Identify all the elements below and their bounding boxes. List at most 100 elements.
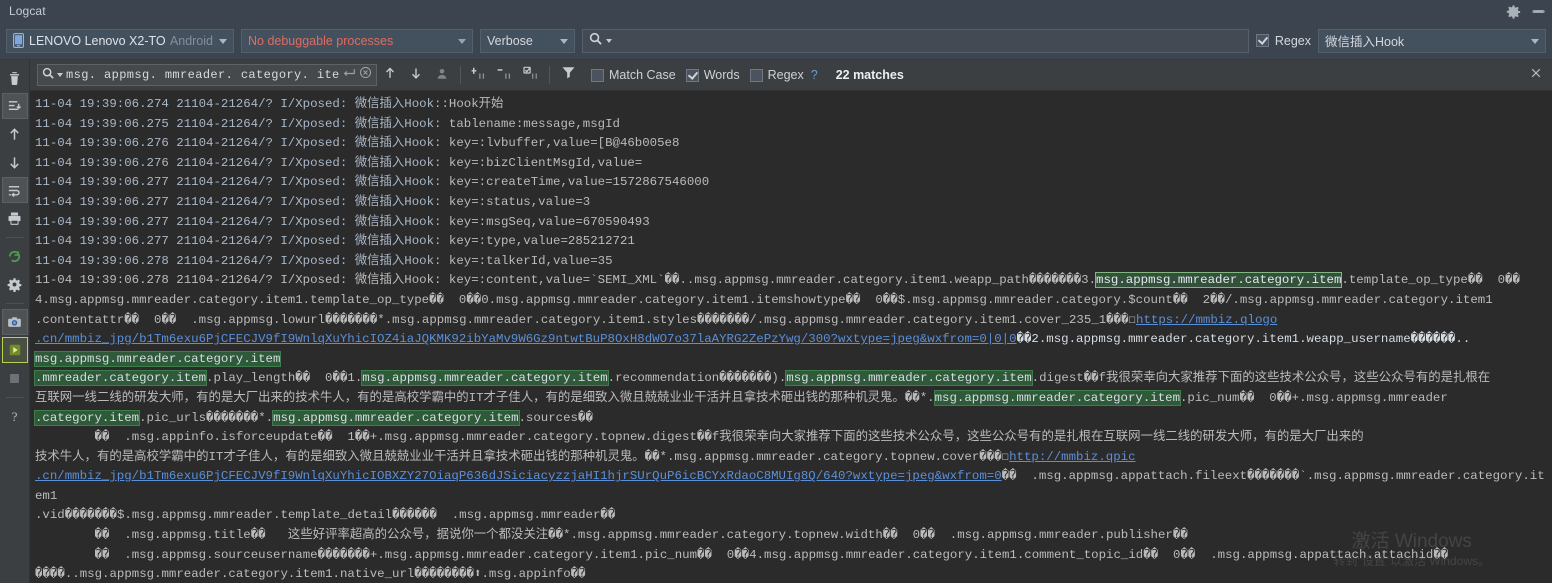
select-all-occurrences-button[interactable] (518, 63, 544, 87)
log-entry-content: 11-04 19:39:06.278 21104-21264/? I/Xpose… (35, 271, 1552, 291)
remove-selection-button[interactable] (492, 63, 518, 87)
help-button[interactable]: ? (2, 403, 28, 429)
link-1a[interactable]: https://mmbiz.qlogo (1136, 313, 1277, 327)
log-tag: 微信插入Hook: (354, 273, 442, 288)
search-input[interactable] (616, 33, 1242, 48)
clear-circle-icon[interactable] (359, 66, 372, 84)
down-stack-trace-button[interactable] (2, 149, 28, 175)
log-timestamp: 11-04 19:39:06.277 21104-21264/? I/Xpose… (35, 214, 348, 229)
regex-checkbox[interactable] (749, 68, 763, 82)
log-entry: 11-04 19:39:06.276 21104-21264/? I/Xpose… (35, 154, 1552, 174)
gear-icon[interactable] (1506, 4, 1521, 19)
log-timestamp: 11-04 19:39:06.276 21104-21264/? I/Xpose… (35, 136, 348, 151)
match-case-row[interactable]: Match Case (591, 68, 676, 82)
add-selection-button[interactable] (466, 63, 492, 87)
regex-checkbox-row[interactable]: Regex (1255, 34, 1311, 48)
filter-button[interactable] (555, 63, 581, 87)
print-button[interactable] (2, 205, 28, 231)
log-content-line: .cn/mmbiz_jpg/b1Tm6exu6PjCFECJV9fI9WnlqX… (35, 467, 1552, 506)
link-2a[interactable]: http://mmbiz.qpic (1009, 450, 1135, 464)
find-person-icon (435, 66, 449, 85)
log-content-line: .contentattr�� 0�� .msg.appmsg.lowurl���… (35, 311, 1552, 331)
run-icon (8, 343, 22, 357)
log-message: key=:type,value=285212721 (441, 234, 635, 249)
clear-logcat-button[interactable] (2, 65, 28, 91)
log-output-area[interactable]: 11-04 19:39:06.274 21104-21264/? I/Xpose… (30, 91, 1552, 583)
enter-icon[interactable] (342, 66, 356, 84)
log-content-line: .cn/mmbiz_jpg/b1Tm6exu6PjCFECJV9fI9WnlqX… (35, 330, 1552, 350)
find-in-selection-button[interactable] (429, 63, 455, 87)
find-field[interactable] (37, 64, 377, 86)
select-all-in-file-icon (523, 66, 539, 85)
soft-wrap-icon (7, 183, 22, 198)
log-message: :Hook开始 (441, 97, 504, 111)
screenshot-button[interactable] (1, 309, 28, 335)
log-content-line: �� .msg.appmsg.sourceusername�������+.ms… (35, 546, 1552, 566)
log-timestamp: 11-04 19:39:06.277 21104-21264/? I/Xpose… (35, 194, 348, 209)
words-row[interactable]: Words (685, 68, 740, 82)
box-glyph: ☐ (1001, 449, 1010, 464)
trash-icon (7, 71, 22, 86)
log-tag: 微信插入Hook: (354, 214, 442, 229)
log-level-selector[interactable]: Verbose (480, 28, 575, 53)
words-checkbox[interactable] (685, 68, 699, 82)
link-2b[interactable]: .cn/mmbiz_jpg/b1Tm6exu6PjCFECJV9fI9WnlqX… (35, 469, 1002, 483)
log-content-line: .category.item.pic_urls�������*.msg.appm… (33, 409, 1552, 429)
logcat-search-field[interactable] (582, 28, 1249, 53)
log-tag: 微信插入Hook: (354, 194, 442, 209)
match-case-checkbox[interactable] (591, 68, 604, 82)
arrow-up-icon (383, 66, 397, 85)
logcat-window: Logcat LENOVO Lenovo X2-TO Android No de… (0, 0, 1552, 583)
up-stack-trace-button[interactable] (2, 121, 28, 147)
log-message: key=:talkerId,value=35 (441, 253, 613, 268)
find-input[interactable] (66, 68, 339, 82)
search-match: ��2.msg.appmsg.mmreader.category.item1.w… (1016, 332, 1471, 347)
log-message: tablename:message,msgId (441, 116, 620, 131)
chevron-down-icon (219, 38, 227, 44)
settings-button[interactable] (2, 271, 28, 297)
content-seg: .digest��f我很荣幸向大家推荐下面的这些技术公众号，这些公众号有的是扎根… (1031, 371, 1491, 386)
soft-wraps-button[interactable] (1, 177, 28, 203)
find-previous-button[interactable] (377, 63, 403, 87)
content-seg: .recommendation�������). (607, 371, 787, 386)
restart-button[interactable] (2, 243, 28, 269)
log-entry: 11-04 19:39:06.274 21104-21264/? I/Xpose… (35, 95, 1552, 115)
regex-checkbox[interactable] (1255, 34, 1269, 47)
log-entry: 11-04 19:39:06.277 21104-21264/? I/Xpose… (35, 173, 1552, 193)
add-selection-icon (471, 66, 487, 85)
camera-icon (7, 315, 22, 330)
content-seg: .pic_num�� 0��+.msg.appmsg.mmreader (1180, 390, 1448, 405)
log-entry: 11-04 19:39:06.277 21104-21264/? I/Xpose… (35, 213, 1552, 233)
log-entry: 11-04 19:39:06.278 21104-21264/? I/Xpose… (35, 252, 1552, 272)
regex-row[interactable]: Regex (749, 68, 804, 82)
scroll-to-end-button[interactable] (1, 93, 28, 119)
stop-button[interactable] (2, 365, 28, 391)
content-seg: �� .msg.appmsg.sourceusername�������+.ms… (35, 547, 1449, 562)
search-match-partial: .mmreader.category.item (33, 370, 208, 387)
content-seg: �� .msg.appmsg.title�� 这些好评率超高的公众号，据说你一个… (35, 528, 1188, 543)
filter-funnel-icon (561, 65, 576, 85)
device-name: LENOVO Lenovo X2-TO (29, 33, 165, 48)
find-next-button[interactable] (403, 63, 429, 87)
minimize-icon[interactable] (1531, 4, 1546, 19)
search-icon[interactable] (589, 32, 602, 50)
process-selector[interactable]: No debuggable processes (241, 28, 473, 53)
content-seg: .play_length�� 0��1. (206, 371, 363, 386)
log-timestamp: 11-04 19:39:06.278 21104-21264/? I/Xpose… (35, 253, 348, 268)
log-timestamp: 11-04 19:39:06.276 21104-21264/? I/Xpose… (35, 155, 348, 170)
match-count: 22 matches (835, 68, 904, 82)
close-find-button[interactable] (1529, 66, 1543, 85)
chevron-down-icon (458, 38, 466, 44)
screen-record-button[interactable] (1, 337, 28, 363)
logcat-body: ? msg. appmsg. mmreader. category. item … (0, 60, 1552, 583)
chevron-down-icon[interactable] (606, 38, 612, 43)
regex-help-link[interactable]: ? (811, 68, 818, 82)
filter-preset-selector[interactable]: 微信插入Hook (1318, 28, 1546, 53)
search-icon[interactable] (42, 66, 54, 84)
device-selector[interactable]: LENOVO Lenovo X2-TO Android (6, 28, 234, 53)
chevron-down-icon[interactable] (57, 73, 63, 77)
log-content-line: �� .msg.appinfo.isforceupdate�� 1��+.msg… (35, 428, 1552, 448)
log-message: key=:lvbuffer,value=[B@46b005e8 (441, 136, 680, 151)
link-1b[interactable]: .cn/mmbiz_jpg/b1Tm6exu6PjCFECJV9fI9WnlqX… (35, 332, 1017, 346)
question-icon: ? (7, 409, 22, 424)
